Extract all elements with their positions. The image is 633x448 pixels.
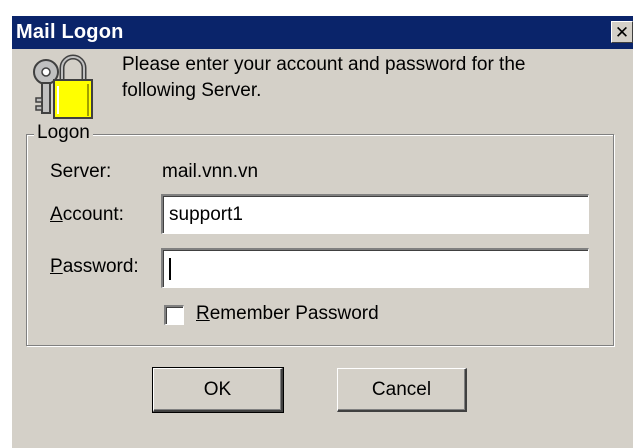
account-label: Account:: [50, 204, 124, 226]
text-caret: [169, 258, 171, 280]
close-icon: ✕: [614, 22, 630, 42]
close-button[interactable]: ✕: [611, 21, 633, 43]
logon-group-label: Logon: [34, 122, 93, 144]
password-label: Password:: [50, 256, 139, 278]
remember-password-checkbox[interactable]: [164, 305, 184, 325]
ok-button[interactable]: OK: [152, 367, 284, 413]
ok-label: OK: [203, 378, 232, 400]
cancel-label: Cancel: [371, 378, 432, 400]
cancel-button[interactable]: Cancel: [337, 368, 467, 412]
remember-accelerator: R: [196, 303, 210, 324]
remember-label-rest: emember Password: [209, 303, 379, 324]
password-label-accelerator: P: [50, 256, 63, 277]
account-input[interactable]: support1: [161, 194, 589, 234]
server-label: Server:: [50, 161, 112, 182]
account-label-accelerator: A: [50, 204, 63, 225]
keys-lock-icon: [33, 54, 93, 119]
instruction-text: Please enter your account and password f…: [122, 54, 526, 101]
remember-password-label[interactable]: Remember Password: [196, 303, 379, 325]
window-title: Mail Logon: [16, 21, 124, 43]
account-value: support1: [169, 204, 243, 225]
password-input[interactable]: [161, 248, 589, 288]
title-bar[interactable]: Mail Logon ✕: [12, 16, 633, 49]
account-label-rest: ccount:: [62, 204, 124, 225]
server-value: mail.vnn.vn: [162, 161, 259, 182]
password-label-rest: assword:: [62, 256, 139, 277]
